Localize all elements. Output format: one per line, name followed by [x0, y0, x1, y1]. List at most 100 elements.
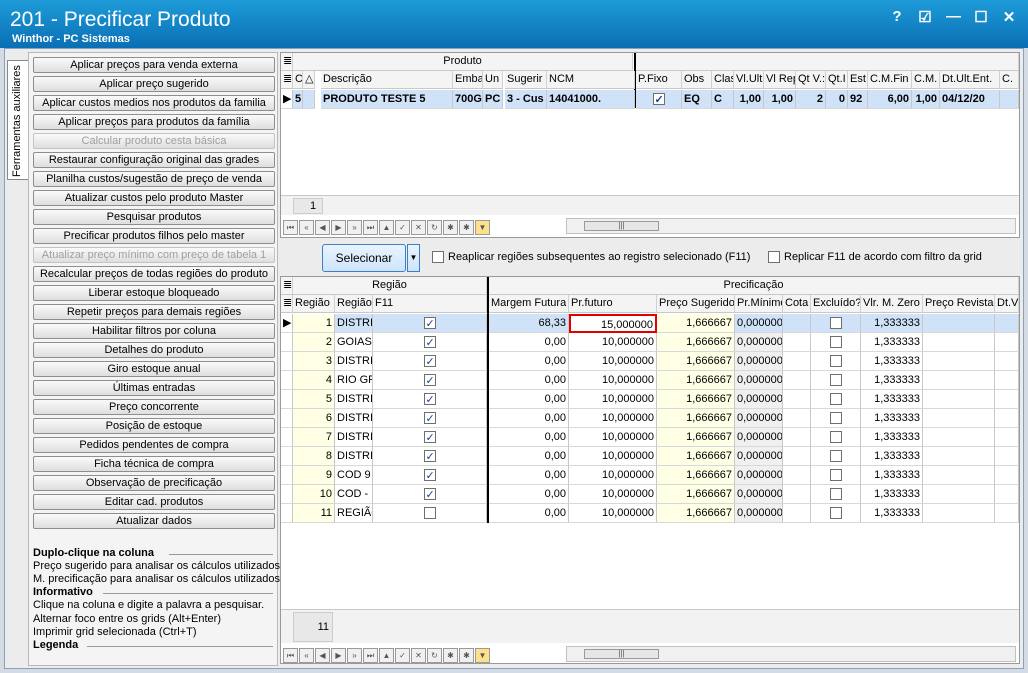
product-cell[interactable]: [1000, 90, 1019, 109]
product-col-header[interactable]: NCM: [547, 71, 635, 89]
region-cell[interactable]: [373, 352, 487, 371]
region-col-header[interactable]: Margem Futura: [489, 295, 569, 313]
prior-page-icon[interactable]: «: [299, 648, 314, 663]
region-cell[interactable]: 10,000000: [569, 333, 657, 352]
region-col-header[interactable]: Preço Revista: [923, 295, 995, 313]
tool-button[interactable]: Detalhes do produto: [33, 342, 275, 358]
product-col-header[interactable]: △: [303, 71, 315, 89]
region-cell[interactable]: COD - :: [335, 485, 373, 504]
region-cell[interactable]: REGIÃO: [335, 504, 373, 523]
cancel-icon[interactable]: ✕: [411, 220, 426, 235]
region-cell[interactable]: DISTRI: [335, 390, 373, 409]
tool-button[interactable]: Liberar estoque bloqueado: [33, 285, 275, 301]
product-col-header[interactable]: Sugerir: [505, 71, 547, 89]
select-button[interactable]: Selecionar: [322, 244, 406, 272]
f11-checkbox[interactable]: [423, 429, 436, 446]
next-icon[interactable]: ▶: [331, 220, 346, 235]
region-cell[interactable]: [783, 409, 811, 428]
product-col-header[interactable]: Descrição: [321, 71, 453, 89]
region-hscroll[interactable]: |||: [566, 646, 1016, 662]
help-icon[interactable]: ?: [890, 8, 904, 26]
option-reaplicar[interactable]: Reaplicar regiões subsequentes ao regist…: [432, 251, 750, 263]
excluido-checkbox[interactable]: [829, 317, 842, 330]
region-cell[interactable]: 0,000000: [735, 371, 783, 390]
region-cell[interactable]: 10,000000: [569, 466, 657, 485]
scroll-thumb[interactable]: |||: [584, 649, 659, 659]
asterisk-icon[interactable]: ✱: [443, 648, 458, 663]
tool-button[interactable]: Preço concorrente: [33, 399, 275, 415]
product-col-header[interactable]: Qt.I: [826, 71, 848, 89]
insert-icon[interactable]: ▲: [379, 648, 394, 663]
product-cell[interactable]: 6,00: [868, 90, 912, 109]
region-cell[interactable]: [783, 466, 811, 485]
f11-checkbox[interactable]: [423, 353, 436, 370]
region-cell[interactable]: [373, 504, 487, 523]
region-cell[interactable]: 1,333333: [861, 314, 923, 333]
product-cell[interactable]: 1,00: [912, 90, 940, 109]
tool-button[interactable]: Editar cad. produtos: [33, 494, 275, 510]
tool-button[interactable]: Habilitar filtros por coluna: [33, 323, 275, 339]
product-cell[interactable]: 700G: [453, 90, 483, 109]
region-cell[interactable]: [373, 371, 487, 390]
region-cell[interactable]: 0,00: [489, 466, 569, 485]
product-col-header[interactable]: C.M.: [912, 71, 940, 89]
excluido-checkbox[interactable]: [829, 507, 842, 520]
region-cell[interactable]: 0,000000: [735, 504, 783, 523]
tool-button[interactable]: Atualizar custos pelo produto Master: [33, 190, 275, 206]
region-cell[interactable]: 0,00: [489, 333, 569, 352]
region-cell[interactable]: 3: [293, 352, 335, 371]
region-cell[interactable]: 0,000000: [735, 485, 783, 504]
tool-button[interactable]: Observação de precificação: [33, 475, 275, 491]
region-cell[interactable]: 1,333333: [861, 352, 923, 371]
reaplicar-checkbox[interactable]: [432, 251, 444, 263]
region-cell[interactable]: 1,666667: [657, 314, 735, 333]
insert-icon[interactable]: ▲: [379, 220, 394, 235]
grid-menu-icon[interactable]: ≣: [281, 53, 293, 71]
region-cell[interactable]: [923, 390, 995, 409]
region-cell[interactable]: GOIAS: [335, 333, 373, 352]
region-cell[interactable]: 1,333333: [861, 409, 923, 428]
region-cell[interactable]: 1,666667: [657, 390, 735, 409]
region-cell[interactable]: 10,000000: [569, 352, 657, 371]
region-cell[interactable]: 0,00: [489, 390, 569, 409]
region-cell[interactable]: [923, 333, 995, 352]
region-cell[interactable]: 1,333333: [861, 447, 923, 466]
filter-icon[interactable]: ▼: [475, 220, 490, 235]
region-cell[interactable]: RIO GR: [335, 371, 373, 390]
region-cell[interactable]: [995, 504, 1019, 523]
first-icon[interactable]: ⏮: [283, 648, 298, 663]
region-cell[interactable]: DISTRI: [335, 447, 373, 466]
product-col-header[interactable]: Qt V.:: [796, 71, 826, 89]
product-col-header[interactable]: C: [293, 71, 303, 89]
minimize-icon[interactable]: —: [946, 8, 961, 26]
product-cell[interactable]: [303, 90, 315, 109]
replicar-checkbox[interactable]: [768, 251, 780, 263]
select-dropdown-button[interactable]: ▼: [407, 244, 420, 272]
region-cell[interactable]: 10,000000: [569, 485, 657, 504]
tool-button[interactable]: Planilha custos/sugestão de preço de ven…: [33, 171, 275, 187]
region-cell[interactable]: [995, 409, 1019, 428]
region-cell[interactable]: 1,666667: [657, 485, 735, 504]
region-cell[interactable]: [783, 352, 811, 371]
product-cell[interactable]: 2: [796, 90, 826, 109]
region-cell[interactable]: [811, 466, 861, 485]
region-cell[interactable]: [995, 466, 1019, 485]
excluido-checkbox[interactable]: [829, 431, 842, 444]
option-replicar[interactable]: Replicar F11 de acordo com filtro da gri…: [768, 251, 982, 263]
region-col-header[interactable]: Excluído?: [811, 295, 861, 313]
region-cell[interactable]: 7: [293, 428, 335, 447]
f11-checkbox[interactable]: [423, 410, 436, 427]
region-cell[interactable]: 1,666667: [657, 466, 735, 485]
product-col-header[interactable]: C.M.Fin: [868, 71, 912, 89]
region-cell[interactable]: 0,00: [489, 428, 569, 447]
region-cell[interactable]: 0,000000: [735, 333, 783, 352]
region-cell[interactable]: 1,666667: [657, 447, 735, 466]
tool-button[interactable]: Atualizar preço mínimo com preço de tabe…: [33, 247, 275, 263]
f11-checkbox[interactable]: [423, 448, 436, 465]
prior-icon[interactable]: ◀: [315, 220, 330, 235]
region-col-header[interactable]: Vlr. M. Zero: [861, 295, 923, 313]
region-cell[interactable]: 1,333333: [861, 504, 923, 523]
pfixo-checkbox[interactable]: [652, 91, 665, 108]
asterisk-dim-icon[interactable]: ✱: [459, 648, 474, 663]
product-cell[interactable]: EQ: [682, 90, 712, 109]
